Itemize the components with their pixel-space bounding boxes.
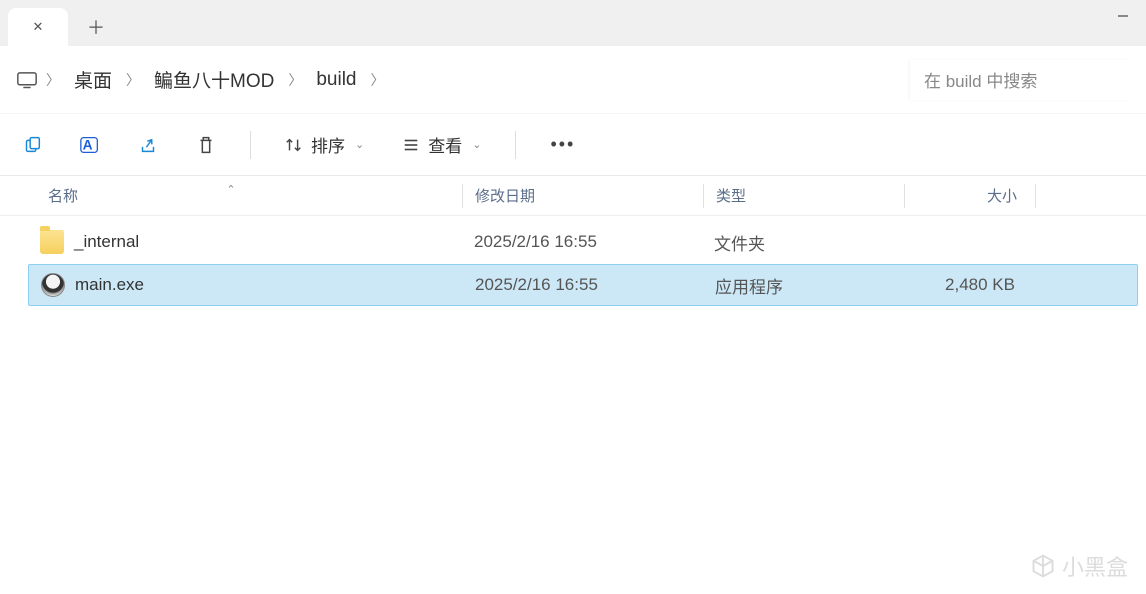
sort-button[interactable]: 排序 ⌄ bbox=[275, 126, 374, 163]
close-tab-icon[interactable]: ✕ bbox=[31, 20, 45, 34]
column-header-type[interactable]: 类型 bbox=[704, 185, 904, 206]
tab-bar: ✕ ＋ bbox=[0, 0, 1146, 46]
chevron-right-icon[interactable]: 〉 bbox=[126, 70, 140, 90]
chevron-right-icon[interactable]: 〉 bbox=[46, 70, 60, 90]
more-options-button[interactable]: ••• bbox=[540, 128, 585, 161]
file-type: 文件夹 bbox=[702, 230, 902, 255]
application-icon bbox=[41, 273, 65, 297]
breadcrumb-folder-1[interactable]: 鳊鱼八十MOD bbox=[148, 62, 280, 97]
file-size: 2,480 KB bbox=[903, 275, 1033, 295]
column-header-name[interactable]: ⌃ 名称 bbox=[0, 185, 462, 206]
view-label: 查看 bbox=[428, 132, 462, 157]
chevron-down-icon: ⌄ bbox=[355, 138, 364, 151]
toolbar: A 排序 ⌄ 查看 ⌄ ••• bbox=[0, 114, 1146, 176]
watermark-text: 小黑盒 bbox=[1062, 550, 1128, 582]
toolbar-separator bbox=[515, 131, 516, 159]
folder-icon bbox=[40, 230, 64, 254]
column-header-date[interactable]: 修改日期 bbox=[463, 185, 703, 206]
rename-icon[interactable]: A bbox=[70, 125, 110, 165]
minimize-button[interactable] bbox=[1100, 0, 1146, 32]
search-placeholder: 在 build 中搜索 bbox=[924, 67, 1037, 92]
new-tab-button[interactable]: ＋ bbox=[76, 8, 116, 46]
sort-indicator-icon: ⌃ bbox=[226, 183, 235, 196]
column-name-label: 名称 bbox=[48, 185, 78, 206]
watermark-logo-icon bbox=[1030, 553, 1056, 579]
sort-label: 排序 bbox=[311, 132, 345, 157]
file-date: 2025/2/16 16:55 bbox=[462, 232, 702, 252]
svg-text:A: A bbox=[83, 137, 93, 152]
file-name: _internal bbox=[74, 232, 139, 252]
search-input[interactable]: 在 build 中搜索 bbox=[910, 60, 1130, 100]
breadcrumb: 〉 桌面 〉 鳊鱼八十MOD 〉 build 〉 bbox=[16, 62, 898, 97]
delete-icon[interactable] bbox=[186, 125, 226, 165]
address-bar: 〉 桌面 〉 鳊鱼八十MOD 〉 build 〉 在 build 中搜索 bbox=[0, 46, 1146, 114]
file-row-exe[interactable]: main.exe 2025/2/16 16:55 应用程序 2,480 KB bbox=[28, 264, 1138, 306]
breadcrumb-folder-2[interactable]: build bbox=[310, 65, 362, 95]
chevron-right-icon[interactable]: 〉 bbox=[288, 70, 302, 90]
file-row-folder[interactable]: _internal 2025/2/16 16:55 文件夹 bbox=[0, 221, 1146, 263]
chevron-down-icon: ⌄ bbox=[472, 138, 481, 151]
chevron-right-icon[interactable]: 〉 bbox=[371, 70, 385, 90]
active-tab[interactable]: ✕ bbox=[8, 8, 68, 46]
toolbar-separator bbox=[250, 131, 251, 159]
column-header-row: ⌃ 名称 修改日期 类型 大小 bbox=[0, 176, 1146, 216]
file-list: _internal 2025/2/16 16:55 文件夹 main.exe 2… bbox=[0, 216, 1146, 306]
breadcrumb-desktop[interactable]: 桌面 bbox=[68, 62, 118, 97]
monitor-icon[interactable] bbox=[16, 71, 38, 89]
watermark: 小黑盒 bbox=[1030, 550, 1128, 582]
file-date: 2025/2/16 16:55 bbox=[463, 275, 703, 295]
window-controls bbox=[1100, 0, 1146, 38]
column-header-size[interactable]: 大小 bbox=[905, 185, 1035, 206]
share-icon[interactable] bbox=[128, 125, 168, 165]
column-divider[interactable] bbox=[1035, 184, 1036, 208]
file-name: main.exe bbox=[75, 275, 144, 295]
paste-icon[interactable] bbox=[12, 125, 52, 165]
view-button[interactable]: 查看 ⌄ bbox=[392, 126, 491, 163]
file-type: 应用程序 bbox=[703, 273, 903, 298]
